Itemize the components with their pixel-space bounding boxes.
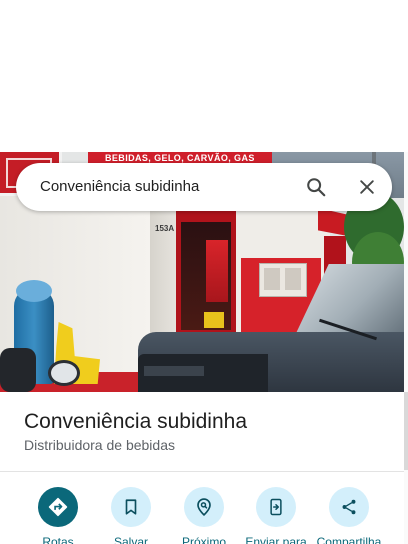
photo-poster	[206, 240, 228, 302]
photo-car-grille	[144, 366, 204, 376]
search-button[interactable]	[302, 173, 330, 201]
share-label-wrap: Compartilha	[309, 535, 389, 544]
share-button-circle[interactable]	[329, 487, 369, 527]
scrollbar[interactable]	[404, 152, 408, 544]
place-category: Distribuidora de bebidas	[24, 437, 175, 453]
photo-meter	[264, 268, 280, 290]
share-label: Compartilha	[316, 535, 382, 544]
share-icon	[342, 499, 356, 515]
search-icon	[307, 178, 326, 197]
save-button-circle[interactable]	[111, 487, 151, 527]
directions-icon	[48, 497, 68, 517]
send-to-phone-label-wrap: Enviar para	[236, 535, 316, 544]
divider	[0, 471, 404, 472]
save-label: Salvar	[113, 535, 148, 544]
send-to-phone-button[interactable]: Enviar para	[240, 487, 312, 544]
nearby-icon	[197, 498, 211, 517]
nearby-button-circle[interactable]	[184, 487, 224, 527]
photo-meter	[285, 268, 301, 290]
photo-motorcycle-mirror	[0, 348, 36, 392]
send-to-phone-button-circle[interactable]	[256, 487, 296, 527]
nearby-label: Próximo	[181, 535, 226, 544]
directions-button-circle[interactable]	[38, 487, 78, 527]
bookmark-icon	[125, 499, 137, 515]
search-input[interactable]: Conveniência subidinha	[40, 163, 199, 211]
nearby-label-wrap: Próximo	[164, 535, 244, 544]
close-icon	[360, 180, 374, 194]
send-to-phone-label: Enviar para	[245, 535, 307, 544]
save-label-wrap: Salvar	[91, 535, 171, 544]
photo-blue-pole-cap	[16, 280, 52, 302]
photo-poster-yellow	[204, 312, 224, 328]
search-bar[interactable]: Conveniência subidinha	[16, 163, 392, 211]
save-button[interactable]: Salvar	[95, 487, 167, 544]
send-to-phone-icon	[270, 498, 282, 516]
photo-motorcycle-mirror-round	[48, 360, 80, 386]
directions-button[interactable]: Rotas	[22, 487, 94, 544]
photo-house-number: 153A	[155, 224, 175, 233]
directions-label-wrap: Rotas	[18, 535, 98, 544]
close-button[interactable]	[353, 173, 381, 201]
scrollbar-thumb[interactable]	[404, 392, 408, 470]
nearby-button[interactable]: Próximo	[168, 487, 240, 544]
place-title: Conveniência subidinha	[24, 410, 247, 433]
directions-label: Rotas	[42, 535, 74, 544]
share-button[interactable]: Compartilha	[313, 487, 385, 544]
